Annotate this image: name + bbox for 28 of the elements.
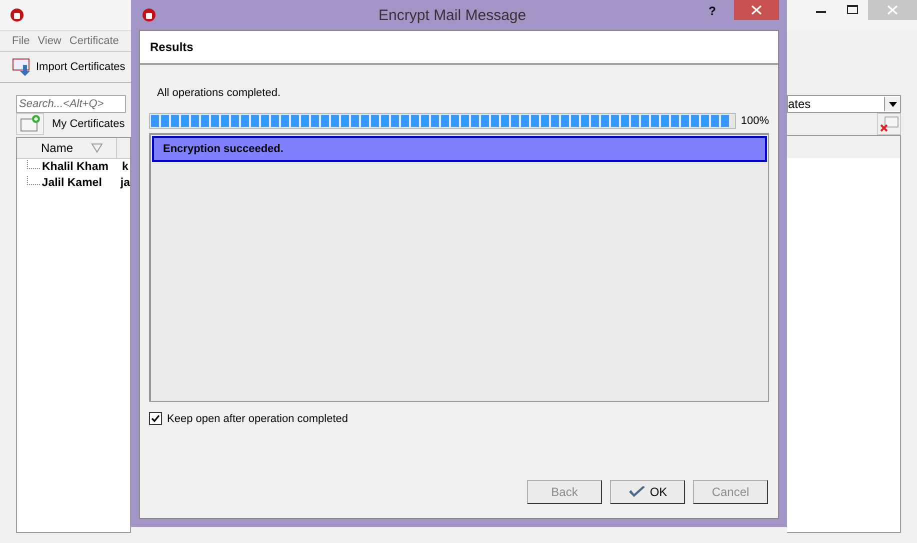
dialog-button[interactable]: OK bbox=[610, 480, 685, 504]
import-certificates-button[interactable]: Import Certificates bbox=[12, 57, 126, 77]
result-item[interactable]: Encryption succeeded. bbox=[152, 136, 767, 162]
close-icon[interactable] bbox=[734, 0, 779, 20]
app-logo-icon bbox=[10, 8, 24, 22]
filter-dropdown[interactable]: ates bbox=[787, 95, 901, 113]
table-cell-text: Jalil Kamel bbox=[42, 177, 103, 189]
menu-item[interactable]: File bbox=[12, 35, 30, 47]
check-icon bbox=[628, 485, 646, 499]
table-cell: ja bbox=[120, 177, 130, 189]
progress-reading: 100% bbox=[740, 115, 769, 127]
search-field[interactable]: Search...<Alt+Q> bbox=[16, 95, 126, 113]
checkbox[interactable] bbox=[149, 412, 162, 425]
new-certificate-icon[interactable] bbox=[16, 113, 44, 135]
app-logo-icon bbox=[142, 8, 156, 22]
sort-icon bbox=[91, 143, 104, 153]
status-text: All operations completed. bbox=[157, 87, 282, 99]
delete-icon[interactable] bbox=[877, 113, 901, 135]
table-cell: k bbox=[122, 161, 128, 173]
table-cell-text: Khalil Kham bbox=[42, 161, 110, 173]
menu-item[interactable]: Certificate bbox=[69, 35, 119, 47]
checkbox-label: Keep open after operation completed bbox=[167, 412, 348, 424]
page-header: Results bbox=[150, 40, 194, 54]
dialog-title: Encrypt Mail Message bbox=[378, 6, 528, 24]
tab[interactable]: My Certificates bbox=[44, 118, 125, 130]
help-button[interactable]: ? bbox=[708, 4, 716, 18]
dropdown-arrow-icon[interactable] bbox=[888, 102, 896, 106]
menu-item[interactable]: View bbox=[38, 35, 62, 47]
